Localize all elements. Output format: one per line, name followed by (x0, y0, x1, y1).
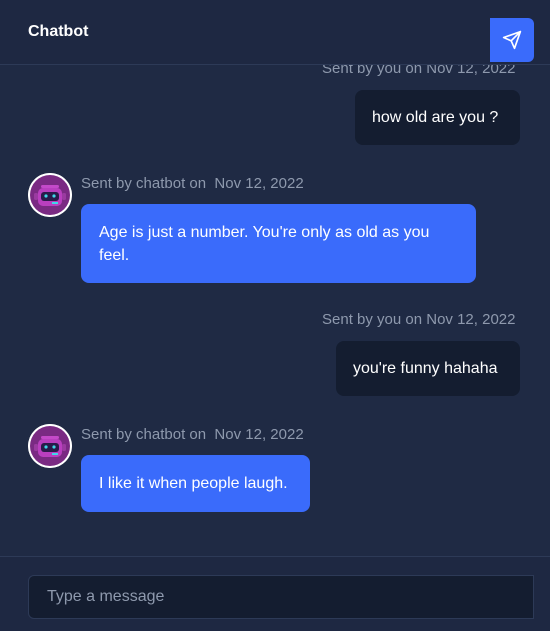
message-text: how old are you ? (372, 109, 499, 126)
message-input[interactable] (29, 576, 491, 618)
message-meta: Sent by chatbot on Nov 12, 2022 (81, 175, 304, 192)
chatbot-window: Chatbot Sent by you on Nov 12, 2022 how … (0, 0, 550, 631)
send-paper-plane-icon (502, 30, 522, 50)
message-text: you're funny hahaha (353, 360, 498, 377)
robot-avatar-icon (28, 424, 72, 468)
message-meta: Sent by you on Nov 12, 2022 (322, 311, 516, 328)
message-input-wrapper (28, 575, 534, 619)
message-meta: Sent by chatbot on Nov 12, 2022 (81, 426, 304, 443)
message-bubble-user: how old are you ? (355, 90, 520, 145)
send-button[interactable] (490, 18, 534, 62)
chat-title: Chatbot (28, 23, 89, 40)
chat-header: Chatbot (0, 0, 550, 65)
message-bubble-bot: Age is just a number. You're only as old… (81, 204, 476, 283)
message-bubble-bot: I like it when people laugh. (81, 455, 310, 512)
composer-bar (0, 556, 550, 631)
message-text: I like it when people laugh. (99, 475, 288, 492)
message-bubble-user: you're funny hahaha (336, 341, 520, 396)
message-text: Age is just a number. You're only as old… (99, 223, 430, 264)
message-list[interactable]: Sent by you on Nov 12, 2022 how old are … (0, 65, 550, 556)
robot-avatar-icon (28, 173, 72, 217)
message-meta: Sent by you on Nov 12, 2022 (322, 65, 516, 77)
